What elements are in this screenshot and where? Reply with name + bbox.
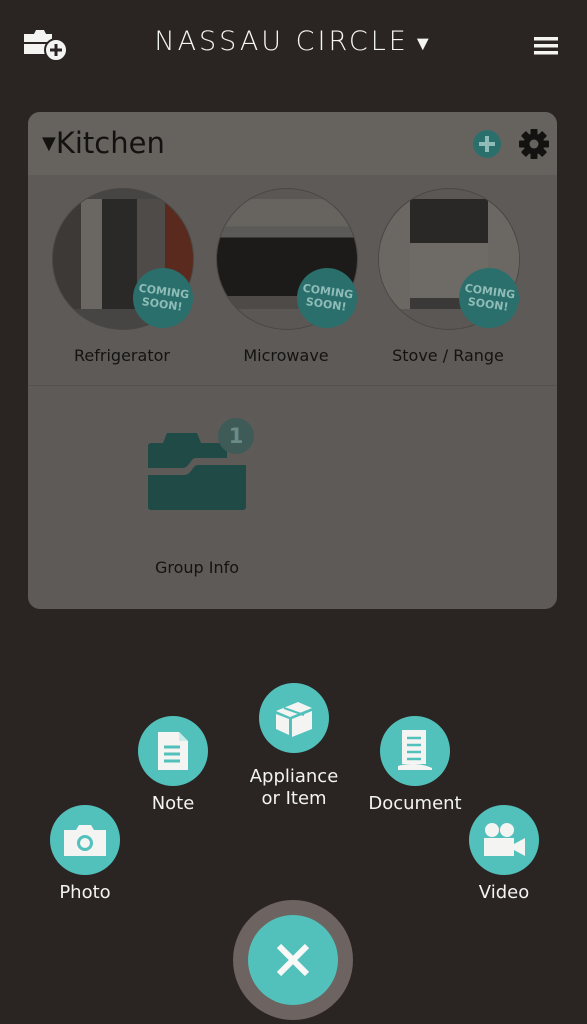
photo-label: Photo [59,882,111,903]
group-card-kitchen: ▼Kitchen COMING SOON! Refrigerator COMIN… [28,112,557,609]
camera-icon [64,825,106,856]
gear-icon [519,129,549,159]
close-icon [276,943,310,977]
group-info-button[interactable]: 1 Group Info [112,418,282,588]
item-label: Refrigerator [74,346,170,365]
property-selector[interactable]: NASSAU CIRCLE ▼ [0,26,587,57]
add-item-button[interactable] [473,130,501,158]
group-info-count-badge: 1 [218,418,254,454]
video-label: Video [478,882,530,903]
divider [28,385,557,386]
item-stove-range[interactable]: COMING SOON! Stove / Range [363,188,533,368]
item-label: Microwave [243,346,329,365]
close-menu-button[interactable] [233,900,353,1020]
add-photo-button[interactable]: Photo [15,805,155,909]
note-icon [158,732,188,770]
appliance-label-line1: Appliance [249,766,339,787]
page-title: NASSAU CIRCLE [154,26,409,57]
item-refrigerator[interactable]: COMING SOON! Refrigerator [37,188,207,368]
appliance-label-line2: or Item [261,788,327,809]
add-appliance-button[interactable]: Appliance or Item [224,683,364,813]
group-info-label: Group Info [154,558,240,577]
add-video-button[interactable]: Video [434,805,574,909]
plus-circle-icon [473,130,501,158]
collapse-caret-icon: ▼ [42,133,56,154]
group-settings-button[interactable] [519,129,549,159]
group-toggle[interactable]: ▼Kitchen [42,126,165,160]
dropdown-caret-icon: ▼ [412,31,433,55]
group-title: Kitchen [55,126,165,160]
item-microwave[interactable]: COMING SOON! Microwave [201,188,371,368]
box-icon [276,702,312,737]
document-icon [398,730,432,770]
item-label: Stove / Range [392,346,504,365]
menu-button[interactable] [534,36,558,56]
hamburger-menu-icon [534,37,558,55]
video-camera-icon [484,823,525,856]
